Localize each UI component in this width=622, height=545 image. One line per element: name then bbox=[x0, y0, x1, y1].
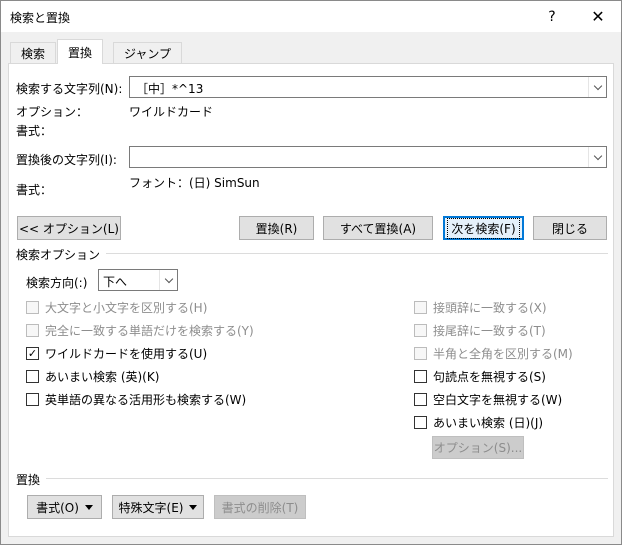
window-title: 検索と置換 bbox=[10, 11, 71, 25]
find-next-button[interactable]: 次を検索(F) bbox=[443, 216, 524, 240]
replace-format-label: 書式： bbox=[16, 183, 53, 197]
fuzzy-japanese-checkbox[interactable]: あいまい検索 (日)(J) bbox=[414, 413, 543, 431]
checkbox-box bbox=[26, 300, 39, 314]
replace-all-button[interactable]: すべて置換(A) bbox=[323, 216, 433, 240]
tab-find[interactable]: 検索 bbox=[10, 42, 57, 63]
ignore-whitespace-label: 空白文字を無視する(W) bbox=[433, 392, 563, 407]
fuzzy-english-label: あいまい検索 (英)(K) bbox=[45, 369, 160, 384]
tab-goto[interactable]: ジャンプ bbox=[113, 42, 183, 63]
replace-section-divider bbox=[16, 478, 608, 479]
find-options-label: オプション： bbox=[16, 105, 89, 119]
replace-with-combobox[interactable] bbox=[129, 146, 607, 168]
checkbox-box bbox=[414, 369, 427, 383]
close-icon[interactable]: ✕ bbox=[575, 1, 621, 32]
find-format-label: 書式： bbox=[16, 124, 53, 138]
match-suffix-label: 接尾辞に一致する(T) bbox=[433, 323, 546, 338]
replace-section-title: 置換 bbox=[16, 471, 47, 488]
match-case-label: 大文字と小文字を区別する(H) bbox=[45, 300, 208, 315]
dropdown-arrow-icon bbox=[189, 504, 198, 510]
use-wildcards-label: ワイルドカードを使用する(U) bbox=[45, 346, 208, 361]
match-prefix-checkbox[interactable]: 接頭辞に一致する(X) bbox=[414, 298, 547, 316]
match-prefix-label: 接頭辞に一致する(X) bbox=[433, 300, 547, 315]
search-direction-label: 検索方向(:) bbox=[26, 276, 88, 290]
find-options-value: ワイルドカード bbox=[129, 105, 214, 119]
special-menu-button[interactable]: 特殊文字(E) bbox=[112, 495, 204, 519]
checkbox-box bbox=[26, 392, 39, 406]
dropdown-arrow-icon bbox=[84, 504, 93, 510]
fuzzy-japanese-label: あいまい検索 (日)(J) bbox=[433, 415, 544, 430]
help-button[interactable]: ? bbox=[529, 1, 575, 32]
fuzzy-english-checkbox[interactable]: あいまい検索 (英)(K) bbox=[26, 367, 159, 385]
clear-format-button[interactable]: 書式の削除(T) bbox=[214, 495, 306, 519]
checkbox-box bbox=[26, 369, 39, 383]
less-options-button[interactable]: << オプション(L) bbox=[17, 216, 121, 240]
match-width-checkbox[interactable]: 半角と全角を区別する(M) bbox=[414, 344, 573, 362]
replace-with-label: 置換後の文字列(I): bbox=[16, 153, 117, 167]
word-forms-checkbox[interactable]: 英単語の異なる活用形も検索する(W) bbox=[26, 390, 246, 408]
chevron-down-icon[interactable] bbox=[159, 270, 177, 290]
find-what-value: ［中］*^13 bbox=[136, 82, 204, 96]
search-direction-value: 下へ bbox=[103, 275, 128, 289]
find-what-combobox[interactable]: ［中］*^13 bbox=[129, 76, 607, 98]
checkbox-box bbox=[414, 323, 427, 337]
ignore-punctuation-checkbox[interactable]: 句読点を無視する(S) bbox=[414, 367, 546, 385]
replace-format-value: フォント：(日) SimSun bbox=[129, 176, 260, 190]
format-menu-button[interactable]: 書式(O) bbox=[27, 495, 102, 519]
checkbox-box bbox=[414, 415, 427, 429]
find-next-label: 次を検索(F) bbox=[447, 217, 520, 239]
whole-word-label: 完全に一致する単語だけを検索する(Y) bbox=[45, 323, 254, 338]
replace-button[interactable]: 置換(R) bbox=[239, 216, 314, 240]
special-menu-label: 特殊文字(E) bbox=[118, 500, 184, 515]
title-bar: 検索と置換 ? ✕ bbox=[1, 1, 621, 32]
find-replace-dialog: 検索と置換 ? ✕ 検索 置換 ジャンプ 検索する文字列(N): ［中］*^13… bbox=[0, 0, 622, 545]
find-what-label: 検索する文字列(N): bbox=[16, 82, 123, 96]
match-suffix-checkbox[interactable]: 接尾辞に一致する(T) bbox=[414, 321, 546, 339]
checkmark-icon: ✓ bbox=[26, 346, 39, 360]
replace-tab-panel: 検索する文字列(N): ［中］*^13 オプション： ワイルドカード 書式： 置… bbox=[8, 63, 614, 537]
close-button[interactable]: 閉じる bbox=[533, 216, 607, 240]
checkbox-box bbox=[26, 323, 39, 337]
ignore-punctuation-label: 句読点を無視する(S) bbox=[433, 369, 546, 384]
fuzzy-options-button[interactable]: オプション(S)... bbox=[432, 436, 524, 459]
word-forms-label: 英単語の異なる活用形も検索する(W) bbox=[45, 392, 247, 407]
match-case-checkbox[interactable]: 大文字と小文字を区別する(H) bbox=[26, 298, 207, 316]
use-wildcards-checkbox[interactable]: ✓ ワイルドカードを使用する(U) bbox=[26, 344, 207, 362]
chevron-down-icon[interactable] bbox=[588, 147, 606, 167]
ignore-whitespace-checkbox[interactable]: 空白文字を無視する(W) bbox=[414, 390, 562, 408]
checkbox-box bbox=[414, 300, 427, 314]
chevron-down-icon[interactable] bbox=[588, 77, 606, 97]
search-direction-select[interactable]: 下へ bbox=[98, 269, 178, 291]
search-options-title: 検索オプション bbox=[16, 246, 107, 263]
tab-replace[interactable]: 置換 bbox=[57, 39, 104, 64]
checkbox-box bbox=[414, 392, 427, 406]
format-menu-label: 書式(O) bbox=[36, 500, 79, 515]
match-width-label: 半角と全角を区別する(M) bbox=[433, 346, 573, 361]
whole-word-checkbox[interactable]: 完全に一致する単語だけを検索する(Y) bbox=[26, 321, 254, 339]
checkbox-box bbox=[414, 346, 427, 360]
